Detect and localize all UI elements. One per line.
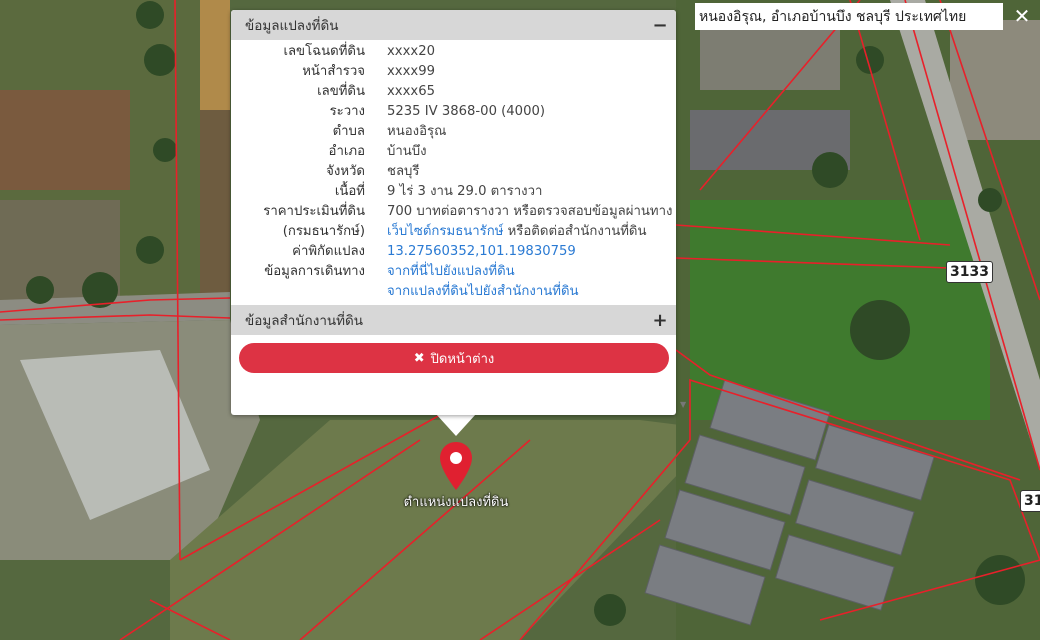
value-survey-page: xxxx99 [387,64,435,79]
minus-icon[interactable]: − [650,15,670,36]
value-price-source: เว็บไซต์กรมธนารักษ์ หรือติดต่อสำนักงานที… [387,222,672,242]
scroll-down-arrow-icon[interactable]: ▼ [680,400,686,409]
parcel-info-table: เลขโฉนดที่ดิน xxxx20 หน้าสำรวจ xxxx99 เล… [231,42,672,302]
coordinates-link[interactable]: 13.27560352,101.19830759 [387,244,576,259]
row-directions-2: จากแปลงที่ดินไปยังสำนักงานที่ดิน [231,282,672,302]
label-directions: ข้อมูลการเดินทาง [264,264,365,279]
row-province: จังหวัด ชลบุรี [231,162,672,182]
row-price: ราคาประเมินที่ดิน 700 บาทต่อตารางวา หรือ… [231,202,672,222]
value-subdistrict: หนองอิรุณ [387,124,447,139]
parcel-info-popup: ข้อมูลแปลงที่ดิน − เลขโฉนดที่ดิน xxxx20 … [231,10,676,415]
value-deed-no: xxxx20 [387,44,435,59]
close-icon[interactable]: ✕ [1007,3,1037,29]
value-map-sheet: 5235 IV 3868-00 (4000) [387,104,545,119]
value-province: ชลบุรี [387,164,420,179]
label-area: เนื้อที่ [334,184,365,199]
label-price: ราคาประเมินที่ดิน [263,204,365,219]
label-survey-page: หน้าสำรวจ [302,64,365,79]
row-subdistrict: ตำบล หนองอิรุณ [231,122,672,142]
close-window-button[interactable]: ✖ ปิดหน้าต่าง [239,343,669,373]
value-district: บ้านบึง [387,144,427,159]
label-directions-empty [231,282,387,302]
value-directions-2: จากแปลงที่ดินไปยังสำนักงานที่ดิน [387,282,672,302]
label-deed-no: เลขโฉนดที่ดิน [283,44,365,59]
marker-label: ตำแหน่งแปลงที่ดิน [403,495,509,510]
office-section-header[interactable]: ข้อมูลสำนักงานที่ดิน + [231,305,676,335]
value-price: 700 บาทต่อตารางวา หรือตรวจสอบข้อมูลผ่านท… [387,204,673,219]
road-label-31: 31 [1020,490,1040,512]
directions-to-office-link[interactable]: จากแปลงที่ดินไปยังสำนักงานที่ดิน [387,284,579,299]
value-area: 9 ไร่ 3 งาน 29.0 ตารางวา [387,184,543,199]
label-coordinates: ค่าพิกัดแปลง [292,244,365,259]
row-map-sheet: ระวาง 5235 IV 3868-00 (4000) [231,102,672,122]
row-directions: ข้อมูลการเดินทาง จากที่นี่ไปยังแปลงที่ดิ… [231,262,672,282]
label-map-sheet: ระวาง [329,104,365,119]
label-district: อำเภอ [328,144,365,159]
address-text: หนองอิรุณ, อำเภอบ้านบึง ชลบุรี ประเทศไทย [699,8,967,25]
label-province: จังหวัด [326,164,365,179]
row-survey-page: หน้าสำรวจ xxxx99 [231,62,672,82]
parcel-section-header[interactable]: ข้อมูลแปลงที่ดิน − [231,10,676,40]
address-search-box[interactable]: หนองอิรุณ, อำเภอบ้านบึง ชลบุรี ประเทศไทย [695,3,1003,30]
value-directions: จากที่นี่ไปยังแปลงที่ดิน [387,262,672,282]
close-x-icon: ✖ [413,350,425,366]
row-coordinates: ค่าพิกัดแปลง 13.27560352,101.19830759 [231,242,672,262]
label-subdistrict: ตำบล [332,124,365,139]
plus-icon[interactable]: + [650,310,670,331]
office-section-title: ข้อมูลสำนักงานที่ดิน [245,313,364,329]
treasury-website-link[interactable]: เว็บไซต์กรมธนารักษ์ [387,224,503,239]
parcel-section-title: ข้อมูลแปลงที่ดิน [245,18,339,34]
row-land-no: เลขที่ดิน xxxx65 [231,82,672,102]
row-price-source: (กรมธนารักษ์) เว็บไซต์กรมธนารักษ์ หรือติ… [231,222,672,242]
road-label-3133: 3133 [946,261,993,283]
row-district: อำเภอ บ้านบึง [231,142,672,162]
popup-pointer [436,414,476,436]
value-land-no: xxxx65 [387,84,435,99]
contact-land-office-text: หรือติดต่อสำนักงานที่ดิน [503,224,647,239]
value-coordinates: 13.27560352,101.19830759 [387,242,672,262]
close-window-label: ปิดหน้าต่าง [430,351,495,367]
label-land-no: เลขที่ดิน [317,84,365,99]
label-price-source: (กรมธนารักษ์) [282,224,365,239]
directions-to-parcel-link[interactable]: จากที่นี่ไปยังแปลงที่ดิน [387,264,515,279]
row-deed-no: เลขโฉนดที่ดิน xxxx20 [231,42,672,62]
map-marker-icon[interactable] [438,440,474,492]
row-area: เนื้อที่ 9 ไร่ 3 งาน 29.0 ตารางวา [231,182,672,202]
